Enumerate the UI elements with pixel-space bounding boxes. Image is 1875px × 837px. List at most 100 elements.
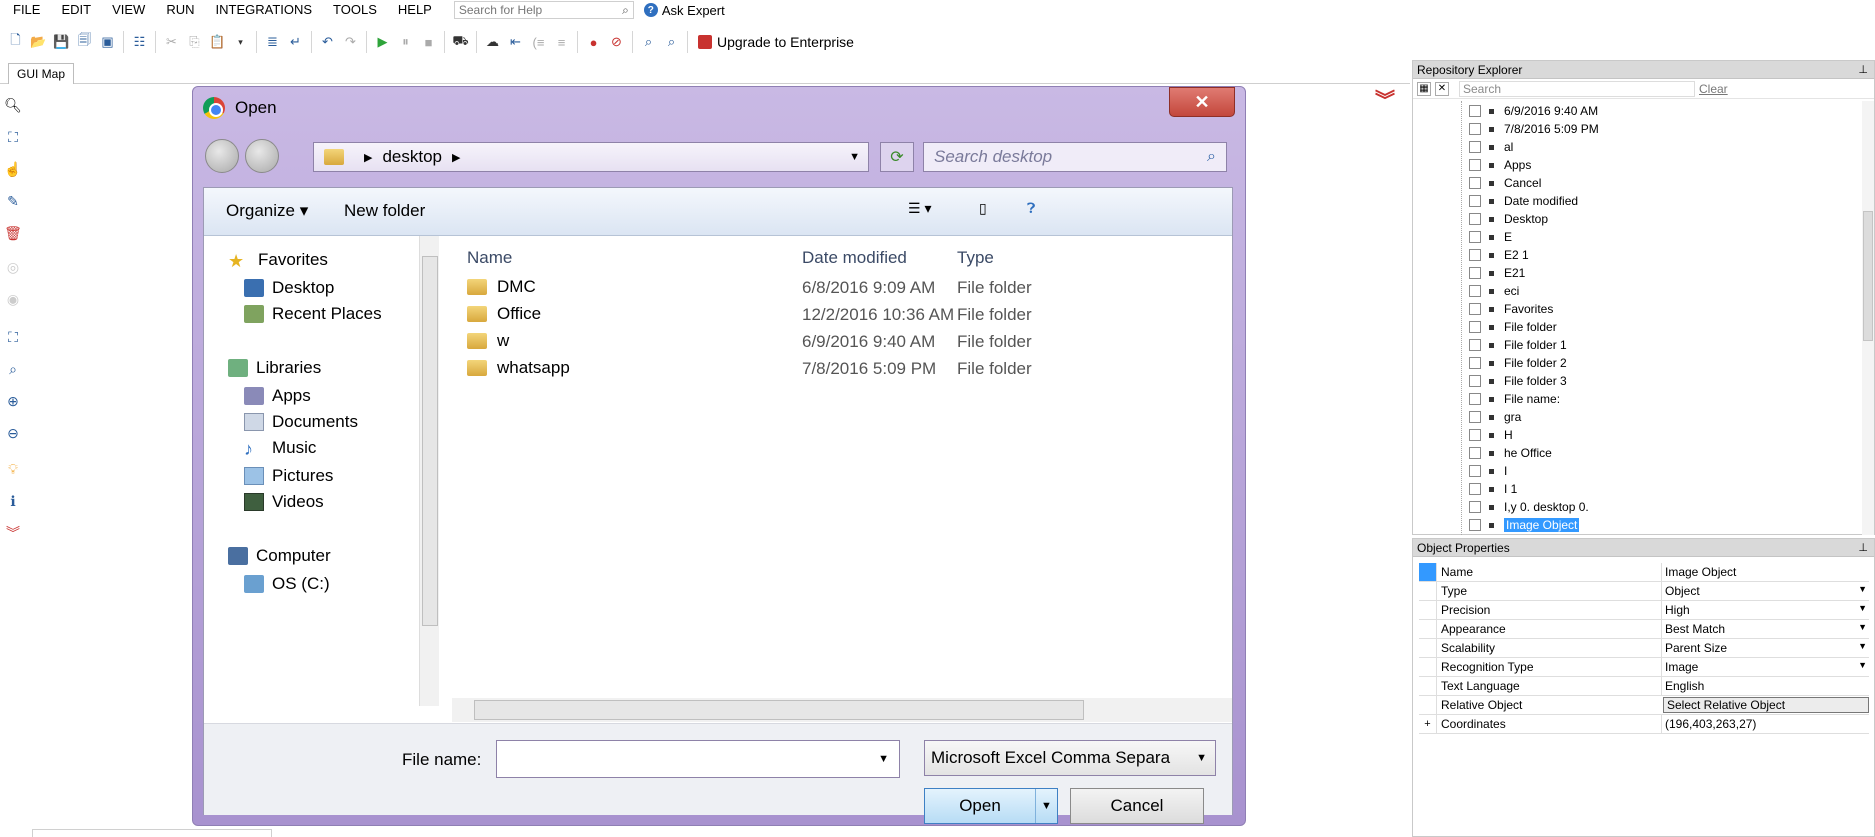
back-arrow-icon[interactable] bbox=[205, 139, 239, 173]
pin-icon[interactable]: ⊥ bbox=[1858, 539, 1868, 557]
tree-item[interactable]: File folder 2 bbox=[1469, 354, 1567, 372]
property-value[interactable]: Best Match bbox=[1665, 622, 1865, 636]
tree-checkbox[interactable] bbox=[1469, 321, 1481, 333]
property-row[interactable]: Appearance Best Match ▼ bbox=[1419, 620, 1869, 639]
nav-videos[interactable]: Videos bbox=[244, 490, 324, 514]
property-row[interactable]: Relative Object Select Relative Object bbox=[1419, 696, 1869, 715]
paste-icon[interactable]: 📋 bbox=[208, 33, 227, 52]
tree-item[interactable]: he Office bbox=[1469, 444, 1552, 462]
property-value[interactable]: English bbox=[1665, 679, 1865, 693]
chevron-down-icon[interactable]: ▼ bbox=[1858, 584, 1867, 594]
property-value[interactable]: Image bbox=[1665, 660, 1865, 674]
tab-gui-map[interactable]: GUI Map bbox=[8, 63, 75, 84]
tree-item[interactable]: Favorites bbox=[1469, 300, 1553, 318]
capture-search-icon[interactable]: 🔍︎ bbox=[4, 96, 22, 114]
property-value[interactable]: Parent Size bbox=[1665, 641, 1865, 655]
property-row[interactable]: Text Language English bbox=[1419, 677, 1869, 696]
tree-checkbox[interactable] bbox=[1469, 213, 1481, 225]
settings-sliders-icon[interactable]: ☷ bbox=[130, 33, 149, 52]
tree-item[interactable]: eci bbox=[1469, 282, 1519, 300]
tree-checkbox[interactable] bbox=[1469, 393, 1481, 405]
file-row[interactable]: w bbox=[467, 328, 509, 354]
address-bar[interactable]: ▶ desktop ▶ ▼ bbox=[313, 142, 869, 172]
tree-checkbox[interactable] bbox=[1469, 123, 1481, 135]
tree-checkbox[interactable] bbox=[1469, 501, 1481, 513]
dialog-search-input[interactable]: Search desktop ⌕ bbox=[923, 142, 1227, 172]
find-replace-icon[interactable]: ⌕ bbox=[662, 33, 681, 52]
fit-screen-icon[interactable]: ⛶ bbox=[4, 328, 22, 346]
property-row[interactable]: Precision High ▼ bbox=[1419, 601, 1869, 620]
file-row[interactable]: DMC bbox=[467, 274, 536, 300]
undo-icon[interactable]: ↶ bbox=[318, 33, 337, 52]
property-value[interactable]: Image Object bbox=[1665, 565, 1865, 579]
navigation-scrollbar[interactable] bbox=[419, 236, 439, 706]
chevron-down-icon[interactable]: ▼ bbox=[1858, 622, 1867, 632]
tree-checkbox[interactable] bbox=[1469, 483, 1481, 495]
help-icon[interactable]: ❓︎ bbox=[1027, 200, 1035, 217]
forward-arrow-icon[interactable] bbox=[245, 139, 279, 173]
nav-computer[interactable]: Computer bbox=[228, 544, 331, 568]
record-device-icon[interactable]: ⛟ bbox=[451, 33, 470, 52]
preview-pane-icon[interactable]: ▯ bbox=[979, 200, 987, 217]
search-icon[interactable]: ⌕ bbox=[1207, 148, 1216, 166]
property-row[interactable]: + Coordinates (196,403,263,27) bbox=[1419, 715, 1869, 734]
menu-edit[interactable]: EDIT bbox=[48, 0, 99, 20]
scrollbar-thumb[interactable] bbox=[474, 700, 1084, 720]
find-icon[interactable]: ⌕ bbox=[639, 33, 658, 52]
comment-icon[interactable]: (≡ bbox=[529, 33, 548, 52]
pause-icon[interactable]: ⏸ bbox=[396, 33, 415, 52]
nav-pictures[interactable]: Pictures bbox=[244, 464, 333, 488]
tree-item[interactable]: I 1 bbox=[1469, 480, 1517, 498]
tree-checkbox[interactable] bbox=[1469, 429, 1481, 441]
dialog-title[interactable]: Open bbox=[235, 98, 277, 118]
nav-favorites[interactable]: ★ Favorites bbox=[228, 248, 328, 272]
chevron-down-icon[interactable]: ▼ bbox=[1858, 603, 1867, 613]
tree-checkbox[interactable] bbox=[1469, 177, 1481, 189]
uncomment-icon[interactable]: ≡ bbox=[552, 33, 571, 52]
file-row[interactable]: whatsapp bbox=[467, 355, 570, 381]
address-location[interactable]: desktop bbox=[382, 147, 442, 167]
file-name-input[interactable]: ▼ bbox=[496, 740, 900, 778]
info-icon[interactable]: ℹ bbox=[4, 492, 22, 510]
nav-os-drive[interactable]: OS (C:) bbox=[244, 572, 330, 596]
tree-checkbox[interactable] bbox=[1469, 465, 1481, 477]
collapse-panel-icon[interactable]: ︾ bbox=[1375, 91, 1395, 111]
tree-item[interactable]: E21 bbox=[1469, 264, 1525, 282]
tree-checkbox[interactable] bbox=[1469, 519, 1481, 531]
step-back-icon[interactable]: ⇤ bbox=[506, 33, 525, 52]
menu-file[interactable]: FILE bbox=[0, 0, 48, 20]
nav-apps[interactable]: Apps bbox=[244, 384, 311, 408]
dialog-close-button[interactable]: ✕ bbox=[1169, 87, 1235, 117]
grid-view-icon[interactable]: ▦ bbox=[1417, 81, 1431, 96]
tree-item[interactable]: Apps bbox=[1469, 156, 1531, 174]
expand-icon[interactable]: + bbox=[1419, 715, 1437, 733]
search-icon[interactable]: ⌕ bbox=[622, 3, 629, 18]
target-disabled-icon[interactable]: ◎ bbox=[4, 258, 22, 276]
chevron-down-icon[interactable]: ▼ bbox=[1858, 660, 1867, 670]
column-type[interactable]: Type bbox=[957, 248, 994, 268]
play-icon[interactable]: ▶ bbox=[373, 33, 392, 52]
search-help-input[interactable]: Search for Help ⌕ bbox=[453, 1, 634, 19]
property-value[interactable]: High bbox=[1665, 603, 1865, 617]
menu-integrations[interactable]: INTEGRATIONS bbox=[203, 0, 321, 20]
tree-item[interactable]: E2 1 bbox=[1469, 246, 1529, 264]
chevron-down-icon[interactable]: ▼ bbox=[1196, 752, 1207, 764]
collapse-chevron-icon[interactable]: ︾ bbox=[4, 524, 22, 542]
file-row[interactable]: Office bbox=[467, 301, 541, 327]
clear-filter-icon[interactable]: ✕ bbox=[1435, 81, 1449, 96]
tree-item-selected[interactable]: Image Object bbox=[1469, 516, 1580, 534]
nav-desktop[interactable]: Desktop bbox=[244, 276, 334, 300]
new-folder-button[interactable]: New folder bbox=[344, 201, 425, 221]
lightbulb-icon[interactable]: 💡︎ bbox=[4, 460, 22, 478]
object-tree-icon[interactable]: ⛶ bbox=[4, 128, 22, 146]
nav-music[interactable]: ♪ Music bbox=[244, 436, 316, 460]
tree-item[interactable]: I bbox=[1469, 462, 1507, 480]
tree-checkbox[interactable] bbox=[1469, 159, 1481, 171]
tree-item[interactable]: gra bbox=[1469, 408, 1521, 426]
tree-item[interactable]: H bbox=[1469, 426, 1513, 444]
indent-icon[interactable]: ≣ bbox=[263, 33, 282, 52]
file-list-hscrollbar[interactable] bbox=[452, 698, 1232, 722]
save-icon[interactable]: 💾 bbox=[52, 33, 71, 52]
tree-item[interactable]: I,y 0. desktop 0. bbox=[1469, 498, 1589, 516]
nav-libraries[interactable]: Libraries bbox=[228, 356, 321, 380]
